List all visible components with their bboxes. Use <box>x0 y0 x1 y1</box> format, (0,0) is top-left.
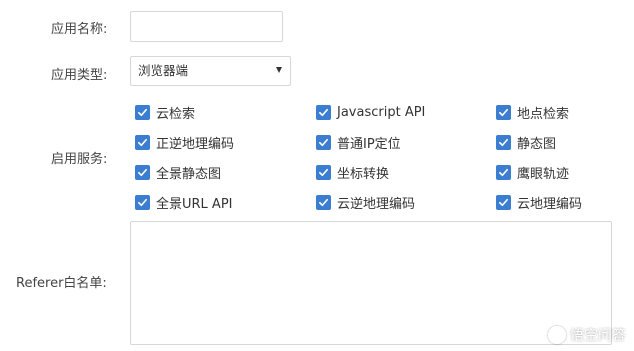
service-label: 云逆地理编码 <box>337 196 416 212</box>
service-label: 全景URL API <box>156 196 233 212</box>
service-item[interactable]: 云检索 <box>135 103 196 122</box>
checkbox-checked-icon[interactable] <box>496 194 511 210</box>
app-type-select[interactable]: 浏览器端 <box>130 56 291 86</box>
service-item[interactable]: 正逆地理编码 <box>135 133 235 152</box>
service-item[interactable]: 鹰眼轨迹 <box>496 163 570 182</box>
service-item[interactable]: Javascript API <box>316 103 425 121</box>
service-item[interactable]: 全景URL API <box>135 193 233 212</box>
service-label: 全景静态图 <box>156 166 222 182</box>
watermark: 悟空问答 <box>548 325 626 345</box>
app-type-selected-value: 浏览器端 <box>138 63 189 78</box>
chevron-down-icon <box>276 67 282 73</box>
service-item[interactable]: 普通IP定位 <box>316 133 401 152</box>
app-name-label: 应用名称: <box>51 22 108 37</box>
service-label: 普通IP定位 <box>337 136 401 152</box>
service-label: 云地理编码 <box>517 196 583 212</box>
checkbox-checked-icon[interactable] <box>316 194 331 210</box>
service-item[interactable]: 坐标转换 <box>316 163 390 182</box>
service-item[interactable]: 静态图 <box>496 133 557 152</box>
service-item[interactable]: 地点检索 <box>496 103 570 122</box>
checkbox-checked-icon[interactable] <box>135 164 150 180</box>
checkbox-checked-icon[interactable] <box>135 104 150 120</box>
app-name-input[interactable] <box>130 11 283 42</box>
service-label: 正逆地理编码 <box>156 136 235 152</box>
service-label: 地点检索 <box>517 106 570 122</box>
app-type-label: 应用类型: <box>51 68 108 83</box>
checkbox-checked-icon[interactable] <box>496 164 511 180</box>
service-item[interactable]: 云逆地理编码 <box>316 193 416 212</box>
service-item[interactable]: 云地理编码 <box>496 193 583 212</box>
checkbox-checked-icon[interactable] <box>316 164 331 180</box>
checkbox-checked-icon[interactable] <box>496 104 511 120</box>
referer-label: Referer白名单: <box>16 276 107 291</box>
services-label: 启用服务: <box>51 152 108 167</box>
checkbox-checked-icon[interactable] <box>316 134 331 150</box>
watermark-text: 悟空问答 <box>570 328 626 344</box>
app-settings-form: 应用名称: 应用类型: 浏览器端 启用服务: 云检索 Javascript AP… <box>0 0 634 351</box>
service-label: 云检索 <box>156 106 196 122</box>
checkbox-checked-icon[interactable] <box>496 134 511 150</box>
service-item[interactable]: 全景静态图 <box>135 163 222 182</box>
checkbox-checked-icon[interactable] <box>135 194 150 210</box>
service-label: 静态图 <box>517 136 557 152</box>
service-label: 坐标转换 <box>337 166 390 182</box>
checkbox-checked-icon[interactable] <box>135 134 150 150</box>
wukong-logo-icon <box>548 326 566 344</box>
referer-textarea[interactable] <box>130 221 612 345</box>
service-label: Javascript API <box>337 104 426 120</box>
service-label: 鹰眼轨迹 <box>517 166 570 182</box>
checkbox-checked-icon[interactable] <box>316 104 331 120</box>
